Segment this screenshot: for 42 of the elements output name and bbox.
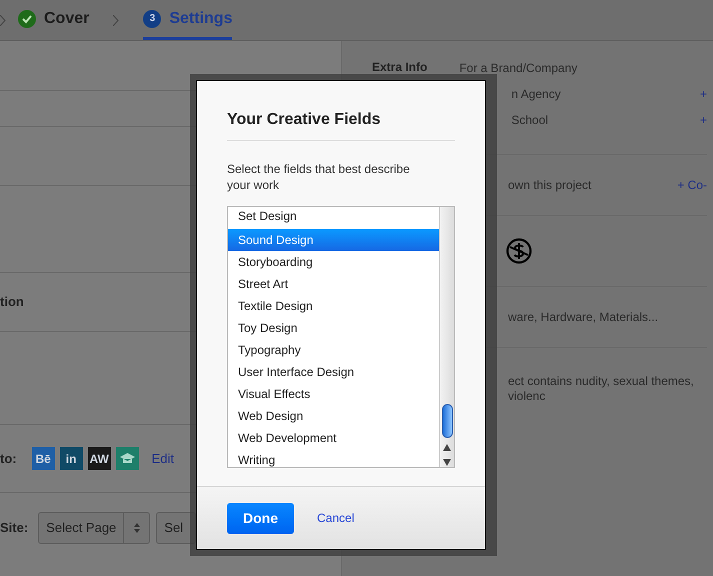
field-option[interactable]: User Interface Design — [228, 361, 439, 383]
extra-option: For a Brand/Company — [459, 58, 578, 76]
share-button[interactable]: AW — [88, 447, 111, 470]
tools-text: ware, Hardware, Materials... — [508, 309, 658, 326]
field-option[interactable]: Set Design — [228, 207, 439, 229]
share-label: to: — [0, 450, 17, 468]
field-option[interactable]: Web Development — [228, 427, 439, 449]
share-button[interactable]: Bē — [32, 447, 55, 470]
extra-info-label: Extra Info — [372, 60, 428, 74]
chevron-icon — [0, 14, 6, 26]
owners-text: own this project — [508, 177, 592, 194]
dialog-title: Your Creative Fields — [227, 108, 455, 141]
site-label: Site: — [0, 519, 28, 538]
field-option[interactable]: Textile Design — [228, 295, 439, 317]
extra-option: School — [511, 110, 548, 128]
chevron-icon — [113, 14, 120, 26]
field-option[interactable]: Typography — [228, 339, 439, 361]
scroll-up-icon[interactable] — [443, 444, 451, 451]
step-number: 3 — [143, 10, 162, 28]
scroll-down-icon[interactable] — [443, 459, 451, 466]
share-button[interactable]: in — [60, 447, 83, 470]
graduation-cap-icon — [120, 453, 135, 464]
no-dollar-icon — [506, 238, 532, 264]
field-option[interactable]: Sound Design — [228, 229, 439, 251]
checkmark-icon — [18, 10, 36, 28]
share-button[interactable] — [116, 447, 139, 470]
section-label: tion — [0, 293, 24, 312]
field-option[interactable]: Visual Effects — [228, 383, 439, 405]
fields-listbox[interactable]: Set Design Sound Design Storyboarding Street Art Textile Design Toy Design Typography User Interface Design Visual Effects Web Design Web Development Writing — [227, 206, 455, 468]
extra-option: n Agency — [511, 84, 561, 102]
select-caret-icon — [134, 523, 140, 533]
field-option[interactable]: Toy Design — [228, 317, 439, 339]
field-option[interactable]: Street Art — [228, 273, 439, 295]
field-option[interactable]: Writing — [228, 449, 439, 467]
mature-content-text: ect contains nudity, sexual themes, violenc — [508, 374, 695, 404]
field-option[interactable]: Storyboarding — [228, 251, 439, 273]
scroll-thumb[interactable] — [442, 404, 452, 438]
dialog-description: Select the fields that best describe your work — [227, 161, 411, 193]
field-option[interactable]: Web Design — [228, 405, 439, 427]
scrollbar[interactable] — [439, 207, 454, 467]
cancel-link[interactable]: Cancel — [317, 509, 354, 527]
done-button[interactable]: Done — [227, 502, 294, 534]
